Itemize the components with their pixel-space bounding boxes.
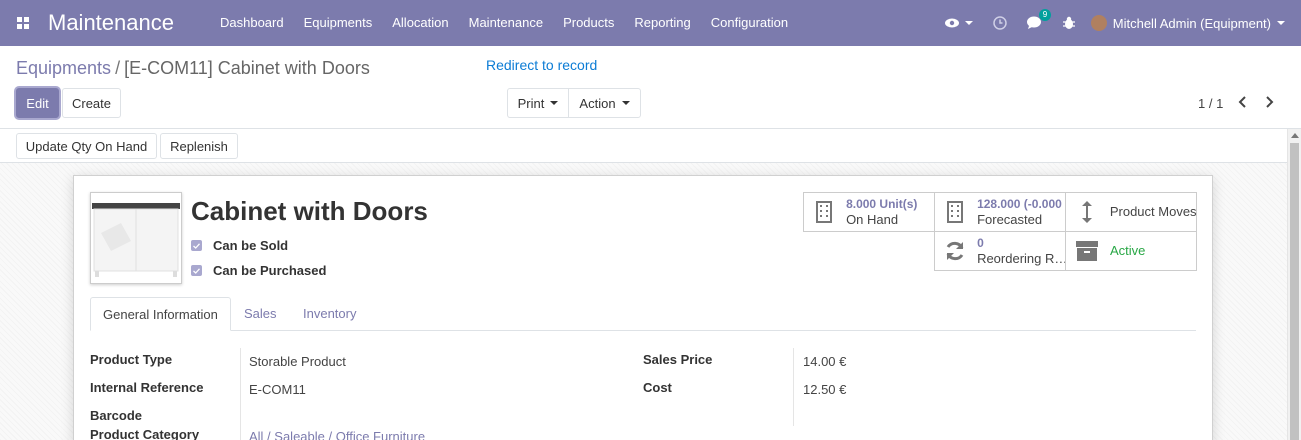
internal-reference-field[interactable]: E-COM11 [249,382,306,397]
can-be-sold-label: Can be Sold [213,238,289,253]
menu-item-dashboard[interactable]: Dashboard [210,0,294,46]
menu-item-products[interactable]: Products [553,0,624,46]
product-moves-button[interactable]: Product Moves [1065,192,1197,232]
cost-label: Cost [643,380,672,395]
systray: 9 Mitchell Admin (Equipment) [935,0,1301,46]
tab-general-information[interactable]: General Information [90,297,231,331]
active-label: Active [1110,243,1146,258]
product-type-label: Product Type [90,352,173,367]
debug-eye-icon[interactable] [935,0,983,46]
print-dropdown[interactable]: Print [507,88,569,118]
menu-item-allocation[interactable]: Allocation [382,0,458,46]
forecasted-text: 128.000 (-0.000 Forecasted [977,197,1065,228]
reordering-value: 0 [977,235,984,250]
bug-icon[interactable] [1053,0,1085,46]
on-hand-text: 8.000 Unit(s) On Hand [846,197,934,228]
pager-previous-icon[interactable] [1234,94,1250,110]
can-be-sold-row: Can be Sold [191,238,288,253]
chevron-down-icon [964,21,973,25]
on-hand-label: On Hand [846,211,899,227]
avatar [1090,15,1107,31]
internal-reference-label: Internal Reference [90,380,204,395]
breadcrumb-current: [E-COM11] Cabinet with Doors [124,58,370,78]
menu-item-maintenance[interactable]: Maintenance [459,0,553,46]
refresh-icon [943,240,967,262]
tab-inventory[interactable]: Inventory [291,297,368,331]
edit-button[interactable]: Edit [16,88,59,118]
replenish-button[interactable]: Replenish [160,133,238,159]
scroll-up-arrow-icon[interactable] [1291,133,1299,138]
pager-value[interactable]: 1 / 1 [1198,96,1223,111]
can-be-sold-checkbox[interactable] [191,240,202,251]
chevron-down-icon [621,101,630,105]
message-count-badge: 9 [1038,9,1052,21]
product-type-field[interactable]: Storable Product [249,354,346,369]
main-menu: Dashboard Equipments Allocation Maintena… [210,0,798,46]
action-dropdown[interactable]: Action [568,88,641,118]
scrollbar-thumb[interactable] [1290,143,1299,440]
building-icon [812,201,836,223]
can-be-purchased-row: Can be Purchased [191,263,326,278]
reordering-rules-button[interactable]: 0 Reordering R… [934,231,1066,271]
breadcrumb-equipments[interactable]: Equipments [16,58,111,78]
breadcrumb-separator: / [115,58,121,78]
forecasted-button[interactable]: 128.000 (-0.000 Forecasted [934,192,1066,232]
can-be-purchased-checkbox[interactable] [191,265,202,276]
chevron-down-icon [550,101,559,105]
scrollbar[interactable] [1287,129,1301,440]
app-name[interactable]: Maintenance [48,10,174,36]
user-menu[interactable]: Mitchell Admin (Equipment) [1085,15,1301,31]
form-sheet: Cabinet with Doors Can be Sold Can be Pu… [73,175,1213,440]
reordering-label: Reordering R… [977,250,1065,266]
product-moves-label: Product Moves [1109,204,1196,219]
archive-box-icon [1074,241,1100,261]
active-toggle-button[interactable]: Active [1065,231,1197,271]
breadcrumb: Equipments / [E-COM11] Cabinet with Doors [16,58,370,79]
field-divider [793,348,794,426]
user-name: Mitchell Admin (Equipment) [1112,15,1271,31]
vertical-arrows-icon [1074,200,1100,224]
on-hand-value: 8.000 Unit(s) [846,196,918,211]
tab-sales[interactable]: Sales [232,297,289,331]
reordering-text: 0 Reordering R… [977,236,1065,267]
product-image[interactable] [90,192,182,284]
activity-clock-icon[interactable] [983,0,1017,46]
print-label: Print [517,95,545,111]
chevron-down-icon [1277,21,1285,25]
forecasted-value: 128.000 (-0.000 [977,196,1062,211]
forecasted-label: Forecasted [977,211,1043,227]
menu-item-reporting[interactable]: Reporting [624,0,700,46]
field-divider [240,348,241,440]
notebook-tabs: General Information Sales Inventory [90,297,1196,331]
pager-next-icon[interactable] [1262,94,1278,110]
sales-price-label: Sales Price [643,352,713,367]
top-navbar: Maintenance Dashboard Equipments Allocat… [0,0,1301,46]
messages-icon[interactable]: 9 [1017,0,1053,46]
building-icon [943,201,967,223]
update-qty-on-hand-button[interactable]: Update Qty On Hand [16,133,157,159]
cost-field[interactable]: 12.50 € [803,382,846,397]
product-category-field[interactable]: All / Saleable / Office Furniture [249,429,425,440]
menu-item-equipments[interactable]: Equipments [294,0,383,46]
redirect-to-record-link[interactable]: Redirect to record [486,57,597,73]
control-panel: Equipments / [E-COM11] Cabinet with Doors … [0,46,1301,129]
can-be-purchased-label: Can be Purchased [213,263,327,278]
barcode-label: Barcode [90,408,143,423]
on-hand-button[interactable]: 8.000 Unit(s) On Hand [803,192,935,232]
sales-price-field[interactable]: 14.00 € [803,354,846,369]
create-button[interactable]: Create [62,88,121,118]
product-name[interactable]: Cabinet with Doors [191,196,428,227]
apps-menu-icon[interactable] [0,0,46,46]
menu-item-configuration[interactable]: Configuration [701,0,798,46]
product-category-label: Product Category [90,427,200,440]
form-statusbar: Update Qty On Hand Replenish [0,129,1287,163]
action-label: Action [579,95,616,111]
